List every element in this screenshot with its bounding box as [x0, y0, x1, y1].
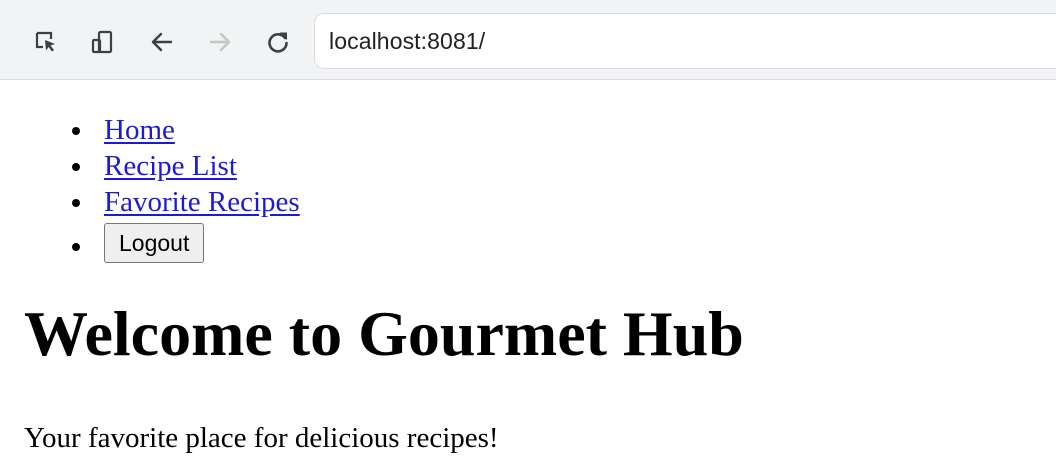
nav-item-favorite-recipes: Favorite Recipes [72, 184, 300, 220]
back-button[interactable] [146, 26, 178, 58]
nav-menu: Home Recipe List Favorite Recipes Logout [72, 112, 300, 263]
bullet-icon [72, 199, 80, 207]
nav-item-home: Home [72, 112, 300, 148]
address-bar[interactable]: localhost:8081/ [314, 13, 1056, 69]
inspect-cursor-icon [35, 31, 55, 52]
page-title: Welcome to Gourmet Hub [24, 298, 744, 369]
device-toggle-button[interactable] [86, 26, 118, 58]
tagline: Your favorite place for delicious recipe… [24, 422, 499, 454]
bullet-icon [72, 243, 80, 251]
nav-item-recipe-list: Recipe List [72, 148, 300, 184]
page-content: Home Recipe List Favorite Recipes Logout… [0, 80, 1056, 460]
home-link[interactable]: Home [104, 114, 175, 146]
favorite-recipes-link[interactable]: Favorite Recipes [104, 186, 300, 218]
recipe-list-link[interactable]: Recipe List [104, 150, 237, 182]
bullet-icon [72, 163, 80, 171]
browser-toolbar: localhost:8081/ [0, 0, 1056, 80]
url-text: localhost:8081/ [329, 27, 486, 54]
inspect-element-button[interactable] [30, 26, 62, 58]
logout-button[interactable]: Logout [104, 223, 205, 263]
back-arrow-icon [151, 32, 173, 52]
forward-button[interactable] [204, 26, 236, 58]
reload-button[interactable] [262, 26, 294, 58]
nav-item-logout: Logout [72, 223, 300, 263]
bullet-icon [72, 127, 80, 135]
forward-arrow-icon [209, 32, 231, 52]
reload-icon [268, 32, 288, 53]
device-toggle-icon [91, 30, 113, 54]
